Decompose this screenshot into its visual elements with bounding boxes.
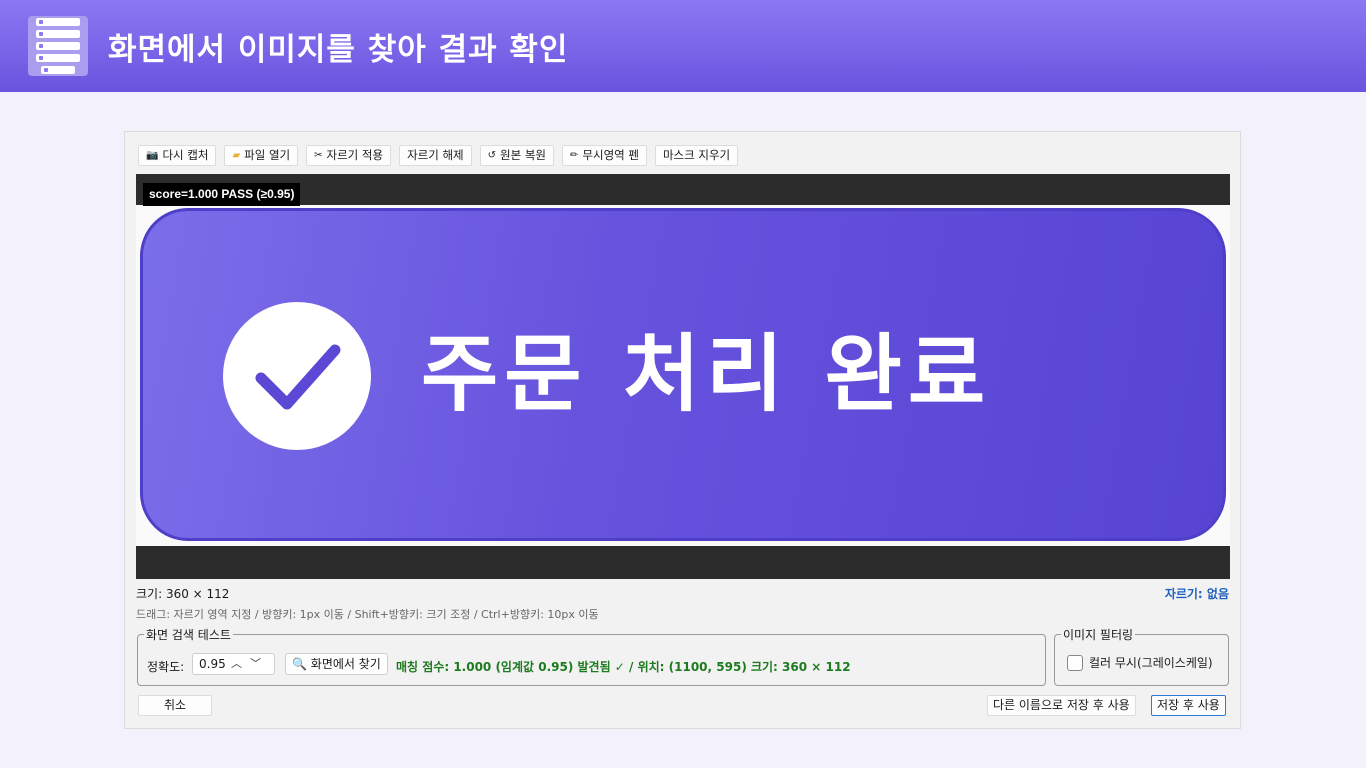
image-size-label: 크기: 360 × 112 [136,587,230,601]
apply-crop-button[interactable]: ✂ 자르기 적용 [306,145,392,166]
camera-icon: 📷 [146,150,159,161]
ignore-color-label: 컬러 무시(그레이스케일) [1089,656,1213,670]
image-filter-legend: 이미지 필터링 [1061,626,1136,643]
folder-icon: ▰ [232,150,241,161]
app-header: 화면에서 이미지를 찾아 결과 확인 [0,0,1366,92]
find-on-screen-label: 화면에서 찾기 [310,657,381,671]
page-title: 화면에서 이미지를 찾아 결과 확인 [108,32,569,68]
score-badge: score=1.000 PASS (≥0.95) [143,183,301,206]
image-viewer[interactable]: 주문 처리 완료 score=1.000 PASS (≥0.95) [136,174,1230,579]
clear-mask-button[interactable]: 마스크 지우기 [654,145,739,166]
check-circle-icon [223,302,371,450]
accuracy-value: 0.95 [199,657,226,671]
clear-mask-label: 마스크 지우기 [662,148,731,162]
ignore-pen-label: 무시영역 펜 [582,148,639,162]
match-result-text: 매칭 점수: 1.000 (임계값 0.95) 발견됨 ✓ / 위치: (110… [396,660,851,674]
save-and-use-button[interactable]: 저장 후 사용 [1151,695,1226,716]
save-as-and-use-button[interactable]: 다른 이름으로 저장 후 사용 [987,695,1136,716]
captured-button-image: 주문 처리 완료 [140,208,1226,541]
find-on-screen-button[interactable]: 🔍 화면에서 찾기 [285,653,388,675]
spin-arrows-icon[interactable]: ︿﹀ [231,654,269,674]
image-filter-group: 이미지 필터링 컬러 무시(그레이스케일) [1054,626,1229,686]
recapture-button[interactable]: 📷 다시 캡처 [138,145,217,166]
toolbar: 📷 다시 캡처 ▰ 파일 열기 ✂ 자르기 적용 자르기 해제 ↺ 원본 복원 … [138,145,739,166]
accuracy-spinbox[interactable]: 0.95 ︿﹀ [192,653,275,675]
ignore-color-checkbox[interactable] [1067,654,1083,671]
scissors-icon: ✂ [314,150,323,161]
open-file-button[interactable]: ▰ 파일 열기 [224,145,299,166]
help-text: 드래그: 자르기 영역 지정 / 방향키: 1px 이동 / Shift+방향키… [136,608,599,621]
restore-original-button[interactable]: ↺ 원본 복원 [479,145,555,166]
open-file-label: 파일 열기 [244,148,291,162]
restore-label: 원본 복원 [500,148,547,162]
list-app-icon [28,16,88,76]
clear-crop-label: 자르기 해제 [407,148,464,162]
pen-icon: ✏ [570,150,579,161]
apply-crop-label: 자르기 적용 [326,148,384,162]
captured-button-text: 주문 처리 완료 [421,325,992,423]
ignore-area-pen-button[interactable]: ✏ 무시영역 펜 [562,145,647,166]
captured-image-preview[interactable]: 주문 처리 완료 [136,205,1230,546]
screen-search-legend: 화면 검색 테스트 [144,626,233,643]
ignore-color-option[interactable]: 컬러 무시(그레이스케일) [1067,654,1213,671]
crop-status-label: 자르기: 없음 [1164,587,1229,601]
cancel-button[interactable]: 취소 [138,695,212,716]
recapture-label: 다시 캡처 [162,148,209,162]
magnifier-icon: 🔍 [292,657,307,671]
accuracy-label: 정확도: [147,660,185,674]
undo-icon: ↺ [487,150,497,161]
clear-crop-button[interactable]: 자르기 해제 [399,145,472,166]
screen-search-group: 화면 검색 테스트 정확도: 0.95 ︿﹀ 🔍 화면에서 찾기 매칭 점수: … [137,626,1046,686]
image-capture-dialog: 📷 다시 캡처 ▰ 파일 열기 ✂ 자르기 적용 자르기 해제 ↺ 원본 복원 … [124,131,1241,729]
